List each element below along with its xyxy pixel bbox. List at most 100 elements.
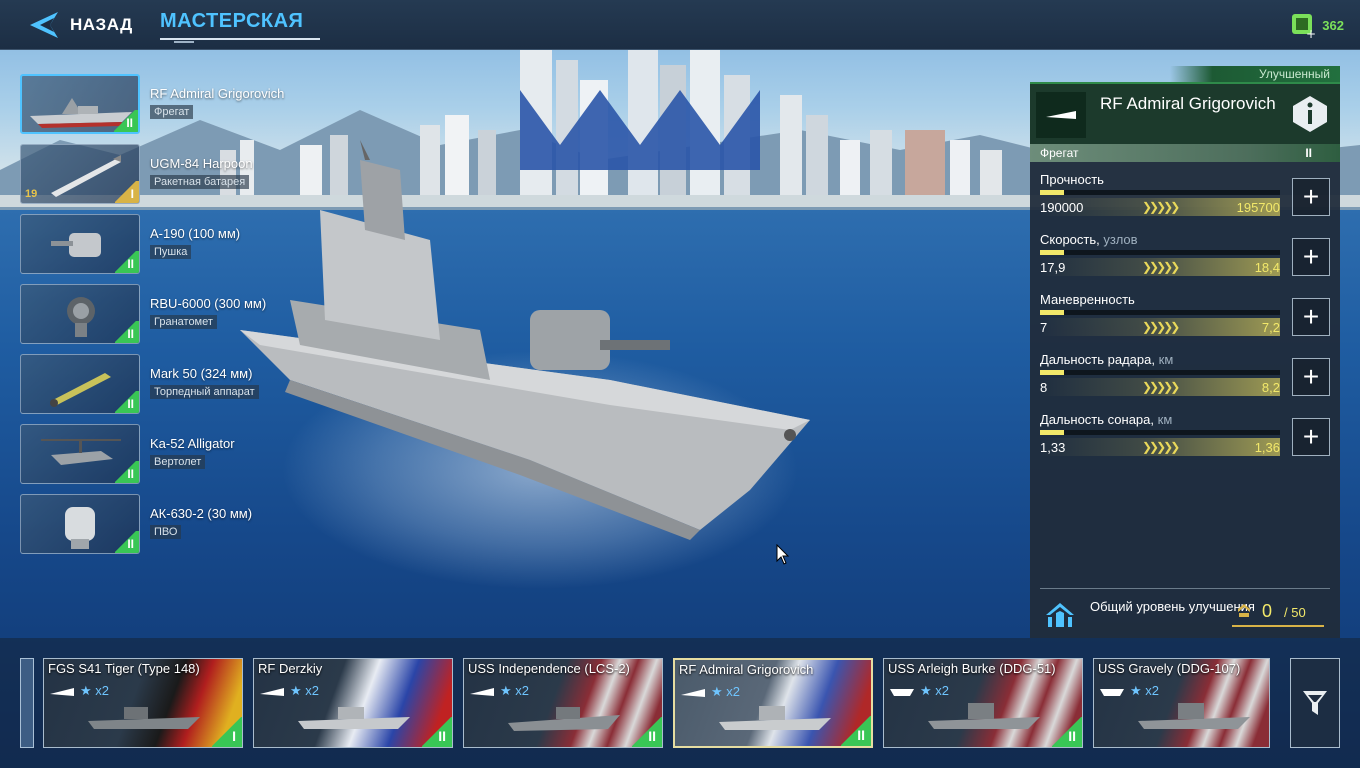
ship-card[interactable]: USS Gravely (DDG-107) ★ x2 (1093, 658, 1270, 748)
filter-funnel-icon (1303, 691, 1327, 715)
info-icon[interactable] (1290, 94, 1330, 134)
upgrade-level-footer: Общий уровень улучшения 0 / 50 (1040, 588, 1330, 632)
star-icon: ★ (1130, 683, 1142, 698)
equipment-item-ship[interactable]: II RF Admiral Grigorovich Фрегат (20, 74, 320, 134)
ship-stats-panel: RF Admiral Grigorovich Фрегат II Прочнос… (1030, 82, 1340, 638)
ship-card-name: USS Independence (LCS-2) (468, 661, 630, 676)
tier-badge: II (115, 391, 139, 413)
frigate-class-icon (470, 688, 494, 696)
panel-header: RF Admiral Grigorovich (1030, 82, 1340, 144)
upgrade-max: / 50 (1284, 605, 1306, 620)
equipment-thumb: II (20, 494, 140, 554)
upgrade-level-counter: 0 / 50 (1232, 595, 1324, 627)
filter-button[interactable] (1290, 658, 1340, 748)
back-button[interactable]: НАЗАД (28, 10, 133, 40)
tier-badge: II (115, 321, 139, 343)
frigate-3d-model (240, 140, 810, 540)
tab-workshop[interactable]: МАСТЕРСКАЯ (160, 10, 320, 43)
equipment-name: Ka-52 Alligator (150, 436, 235, 451)
tier-badge: I (115, 181, 139, 203)
stat-durability: Прочность 190000 ❯❯❯❯❯ 195700 + (1040, 172, 1330, 228)
tier-badge: II (115, 251, 139, 273)
tier-badge: II (114, 110, 138, 132)
top-bar: НАЗАД МАСТЕРСКАЯ + 362 (0, 0, 1360, 50)
ship-class: Фрегат (1040, 146, 1079, 160)
ship-card[interactable]: RF Derzkiy ★ x2 II (253, 658, 453, 748)
tab-indicator (174, 41, 194, 43)
equipment-list: II RF Admiral Grigorovich Фрегат 19 I UG… (20, 74, 320, 564)
ship-thumbnail (298, 707, 410, 729)
ship-card-stars: x2 (95, 683, 110, 698)
stat-max: 8,2 (1261, 380, 1280, 395)
ship-card-stars: x2 (935, 683, 950, 698)
tier-badge: II (1052, 717, 1082, 747)
arrows-icon: ❯❯❯❯❯ (1142, 260, 1180, 274)
stat-label: Маневренность (1040, 292, 1135, 307)
ship-thumbnail (719, 706, 831, 730)
ship-card-stars: x2 (305, 683, 320, 698)
ship-card[interactable]: FGS S41 Tiger (Type 148) ★ x2 I (43, 658, 243, 748)
destroyer-class-icon (890, 689, 914, 696)
equipment-type: Торпедный аппарат (150, 385, 259, 399)
stat-label: Дальность сонара, (1040, 412, 1154, 427)
star-icon: ★ (920, 683, 932, 698)
page-title: МАСТЕРСКАЯ (160, 10, 304, 32)
tier-badge: I (212, 717, 242, 747)
ship-card-name: USS Gravely (DDG-107) (1098, 661, 1241, 676)
stat-max: 195700 (1236, 200, 1280, 215)
upgrade-speed-button[interactable]: + (1292, 238, 1330, 276)
equipment-item-gun[interactable]: II А-190 (100 мм) Пушка (20, 214, 320, 274)
stat-maneuverability: Маневренность 7 ❯❯❯❯❯ 7,2 + (1040, 292, 1330, 348)
svg-text:+: + (1306, 27, 1316, 38)
arrows-icon: ❯❯❯❯❯ (1142, 320, 1180, 334)
equipment-name: RBU-6000 (300 мм) (150, 296, 267, 311)
ship-card-selected[interactable]: RF Admiral Grigorovich ★ x2 II (673, 658, 873, 748)
equipment-name: Mark 50 (324 мм) (150, 366, 253, 381)
ship-card-name: RF Derzkiy (258, 661, 323, 676)
upgrade-level-label: Общий уровень улучшения (1090, 599, 1255, 614)
stat-radar-range: Дальность радара, км 8 ❯❯❯❯❯ 8,2 + (1040, 352, 1330, 408)
upgrade-maneuverability-button[interactable]: + (1292, 298, 1330, 336)
arrows-icon: ❯❯❯❯❯ (1142, 200, 1180, 214)
level-badge: 19 (25, 188, 38, 200)
stat-label: Скорость, (1040, 232, 1100, 247)
currency-value: 362 (1322, 17, 1344, 33)
upgrade-radar-button[interactable]: + (1292, 358, 1330, 396)
stat-bar (1040, 370, 1280, 375)
stat-bar (1040, 430, 1280, 435)
equipment-thumb: II (20, 354, 140, 414)
frigate-class-icon (50, 688, 74, 696)
upgrade-durability-button[interactable]: + (1292, 178, 1330, 216)
active-tab-underline (160, 38, 320, 40)
ship-name: RF Admiral Grigorovich (1100, 94, 1276, 113)
frigate-class-icon (1036, 92, 1086, 138)
ship-card[interactable]: USS Independence (LCS-2) ★ x2 II (463, 658, 663, 748)
equipment-type: Гранатомет (150, 315, 217, 329)
stat-bar (1040, 250, 1280, 255)
scroll-left-handle[interactable] (20, 658, 34, 748)
equipment-type: ПВО (150, 525, 182, 539)
tier-badge: II (632, 717, 662, 747)
equipment-type: Вертолет (150, 455, 206, 469)
ship-card-name: USS Arleigh Burke (DDG-51) (888, 661, 1056, 676)
equipment-item-torpedo[interactable]: II Mark 50 (324 мм) Торпедный аппарат (20, 354, 320, 414)
equipment-item-launcher[interactable]: II RBU-6000 (300 мм) Гранатомет (20, 284, 320, 344)
star-icon: ★ (80, 683, 92, 698)
stat-current: 7 (1040, 320, 1048, 335)
equipment-name: АК-630-2 (30 мм) (150, 506, 253, 521)
equipment-item-missile[interactable]: 19 I UGM-84 Harpoon Ракетная батарея (20, 144, 320, 204)
equipment-type: Пушка (150, 245, 192, 259)
stat-label: Дальность радара, (1040, 352, 1155, 367)
equipment-item-helicopter[interactable]: II Ka-52 Alligator Вертолет (20, 424, 320, 484)
ship-card[interactable]: USS Arleigh Burke (DDG-51) ★ x2 II (883, 658, 1083, 748)
equipment-thumb: II (20, 284, 140, 344)
currency-display[interactable]: + 362 (1290, 12, 1344, 38)
upgrade-tag: Улучшенный (1170, 66, 1340, 82)
upgrade-sonar-button[interactable]: + (1292, 418, 1330, 456)
ship-thumbnail (88, 707, 200, 729)
ship-card-stars: x2 (726, 684, 741, 699)
equipment-item-ciws[interactable]: II АК-630-2 (30 мм) ПВО (20, 494, 320, 554)
tier-badge: II (841, 716, 871, 746)
ship-card-stars: x2 (1145, 683, 1160, 698)
frigate-class-icon (260, 688, 284, 696)
